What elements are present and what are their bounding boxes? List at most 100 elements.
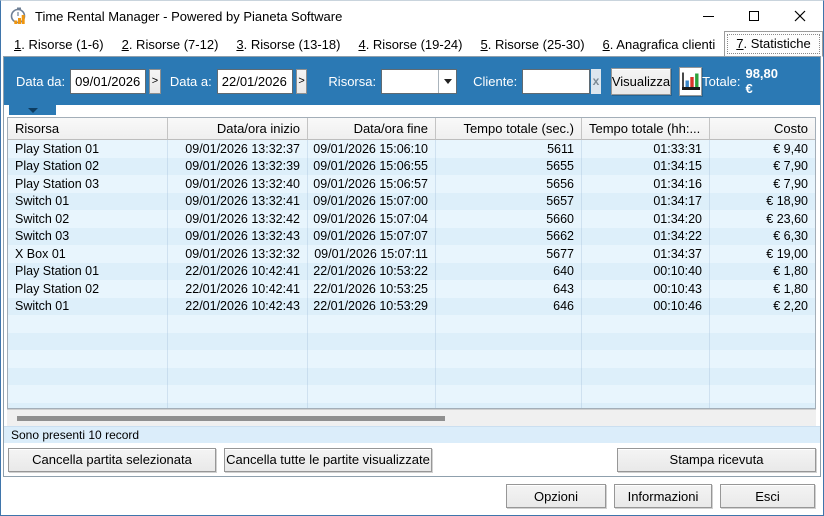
table-cell — [168, 333, 308, 351]
table-cell — [8, 315, 168, 333]
options-button[interactable]: Opzioni — [506, 484, 606, 508]
resource-label: Risorsa: — [328, 74, 376, 89]
date-from-input[interactable] — [70, 69, 146, 94]
tab-bar: 1. Risorse (1-6) 2. Risorse (7-12) 3. Ri… — [1, 31, 823, 56]
total-value: 98,80 € — [745, 66, 778, 96]
table-row[interactable]: Play Station 0109/01/2026 13:32:3709/01/… — [8, 140, 815, 158]
print-receipt-button[interactable]: Stampa ricevuta — [617, 448, 816, 472]
table-cell — [168, 368, 308, 386]
table-cell — [582, 333, 710, 351]
window-title: Time Rental Manager - Powered by Pianeta… — [35, 9, 342, 24]
table-cell: 5662 — [436, 228, 582, 246]
results-table: Risorsa Data/ora inizio Data/ora fine Te… — [7, 117, 816, 409]
tab-risorse-1-6[interactable]: 1. Risorse (1-6) — [5, 34, 113, 56]
table-cell: 22/01/2026 10:53:22 — [308, 263, 436, 281]
table-row[interactable]: Play Station 0209/01/2026 13:32:3909/01/… — [8, 158, 815, 176]
table-cell: 5677 — [436, 245, 582, 263]
tab-risorse-19-24[interactable]: 4. Risorse (19-24) — [349, 34, 471, 56]
table-row[interactable]: Play Station 0309/01/2026 13:32:4009/01/… — [8, 175, 815, 193]
table-cell: 01:34:20 — [582, 210, 710, 228]
tab-risorse-25-30[interactable]: 5. Risorse (25-30) — [472, 34, 594, 56]
resource-combobox[interactable] — [381, 69, 457, 94]
tab-accel: 6 — [603, 37, 610, 52]
date-to-input[interactable] — [217, 69, 293, 94]
toolbar-collapse-handle[interactable] — [9, 105, 56, 115]
table-row[interactable]: Play Station 0122/01/2026 10:42:4122/01/… — [8, 263, 815, 281]
column-header-data-inizio[interactable]: Data/ora inizio — [168, 118, 308, 140]
delete-all-button[interactable]: Cancella tutte le partite visualizzate — [224, 448, 432, 472]
table-cell: 00:10:40 — [582, 263, 710, 281]
table-cell: 00:10:43 — [582, 280, 710, 298]
table-cell: X Box 01 — [8, 245, 168, 263]
table-cell — [168, 385, 308, 403]
column-header-tempo-sec[interactable]: Tempo totale (sec.) — [436, 118, 582, 140]
column-header-costo[interactable]: Costo — [710, 118, 815, 140]
table-cell — [436, 333, 582, 351]
table-filler-row — [8, 315, 815, 333]
informazioni-button[interactable]: Informazioni — [614, 484, 712, 508]
table-row[interactable]: X Box 0109/01/2026 13:32:3209/01/2026 15… — [8, 245, 815, 263]
bottom-button-row: Opzioni Informazioni Esci — [1, 477, 823, 515]
status-bar: Sono presenti 10 record — [4, 426, 820, 443]
tab-risorse-13-18[interactable]: 3. Risorse (13-18) — [227, 34, 349, 56]
table-cell — [582, 350, 710, 368]
total-label: Totale: — [702, 74, 740, 89]
table-cell — [436, 385, 582, 403]
table-cell: 01:34:16 — [582, 175, 710, 193]
table-row[interactable]: Switch 0209/01/2026 13:32:4209/01/2026 1… — [8, 210, 815, 228]
table-row[interactable]: Switch 0109/01/2026 13:32:4109/01/2026 1… — [8, 193, 815, 211]
table-cell: Play Station 02 — [8, 280, 168, 298]
table-row[interactable]: Play Station 0222/01/2026 10:42:4122/01/… — [8, 280, 815, 298]
table-cell: Switch 01 — [8, 298, 168, 316]
table-cell: 01:33:31 — [582, 140, 710, 158]
table-filler-row — [8, 368, 815, 386]
table-cell: € 2,20 — [710, 298, 815, 316]
client-clear-button[interactable]: x — [591, 69, 601, 94]
client-input[interactable] — [522, 69, 590, 94]
table-row[interactable]: Switch 0122/01/2026 10:42:4322/01/2026 1… — [8, 298, 815, 316]
tab-accel: 4 — [358, 37, 365, 52]
table-cell — [168, 315, 308, 333]
table-cell: € 18,90 — [710, 193, 815, 211]
table-cell: 09/01/2026 15:07:00 — [308, 193, 436, 211]
tab-statistiche[interactable]: 7. Statistiche — [724, 31, 822, 57]
tab-label: . Risorse (13-18) — [244, 37, 341, 52]
table-cell: 01:34:22 — [582, 228, 710, 246]
column-header-tempo-hh[interactable]: Tempo totale (hh:... — [582, 118, 710, 140]
table-cell — [8, 385, 168, 403]
table-cell — [308, 368, 436, 386]
table-row[interactable]: Switch 0309/01/2026 13:32:4309/01/2026 1… — [8, 228, 815, 246]
delete-selected-button[interactable]: Cancella partita selezionata — [8, 448, 216, 472]
maximize-button[interactable] — [731, 1, 777, 31]
app-icon — [10, 7, 28, 25]
horizontal-scrollbar[interactable] — [7, 409, 816, 426]
table-cell: 09/01/2026 15:06:57 — [308, 175, 436, 193]
visualizza-button[interactable]: Visualizza — [611, 68, 671, 95]
window-controls — [685, 1, 823, 31]
table-cell: 09/01/2026 15:07:11 — [308, 245, 436, 263]
column-header-risorsa[interactable]: Risorsa — [8, 118, 168, 140]
resource-combo-arrow-button[interactable] — [438, 70, 456, 93]
table-cell — [168, 350, 308, 368]
table-cell — [582, 403, 710, 409]
date-from-picker-button[interactable]: > — [149, 69, 161, 94]
table-cell: Play Station 02 — [8, 158, 168, 176]
table-cell: 5655 — [436, 158, 582, 176]
table-cell — [308, 385, 436, 403]
tab-anagrafica-clienti[interactable]: 6. Anagrafica clienti — [594, 34, 725, 56]
table-filler-row — [8, 333, 815, 351]
close-button[interactable] — [777, 1, 823, 31]
exit-button[interactable]: Esci — [720, 484, 815, 508]
horizontal-scrollbar-thumb[interactable] — [17, 416, 445, 421]
date-to-picker-button[interactable]: > — [296, 69, 308, 94]
minimize-button[interactable] — [685, 1, 731, 31]
table-cell — [710, 350, 815, 368]
table-cell — [436, 315, 582, 333]
table-cell: 01:34:15 — [582, 158, 710, 176]
table-cell: 09/01/2026 13:32:37 — [168, 140, 308, 158]
resource-combo-field[interactable] — [382, 70, 438, 93]
chart-button[interactable] — [679, 67, 702, 96]
column-header-data-fine[interactable]: Data/ora fine — [308, 118, 436, 140]
tab-label: . Risorse (7-12) — [129, 37, 219, 52]
tab-risorse-7-12[interactable]: 2. Risorse (7-12) — [113, 34, 228, 56]
